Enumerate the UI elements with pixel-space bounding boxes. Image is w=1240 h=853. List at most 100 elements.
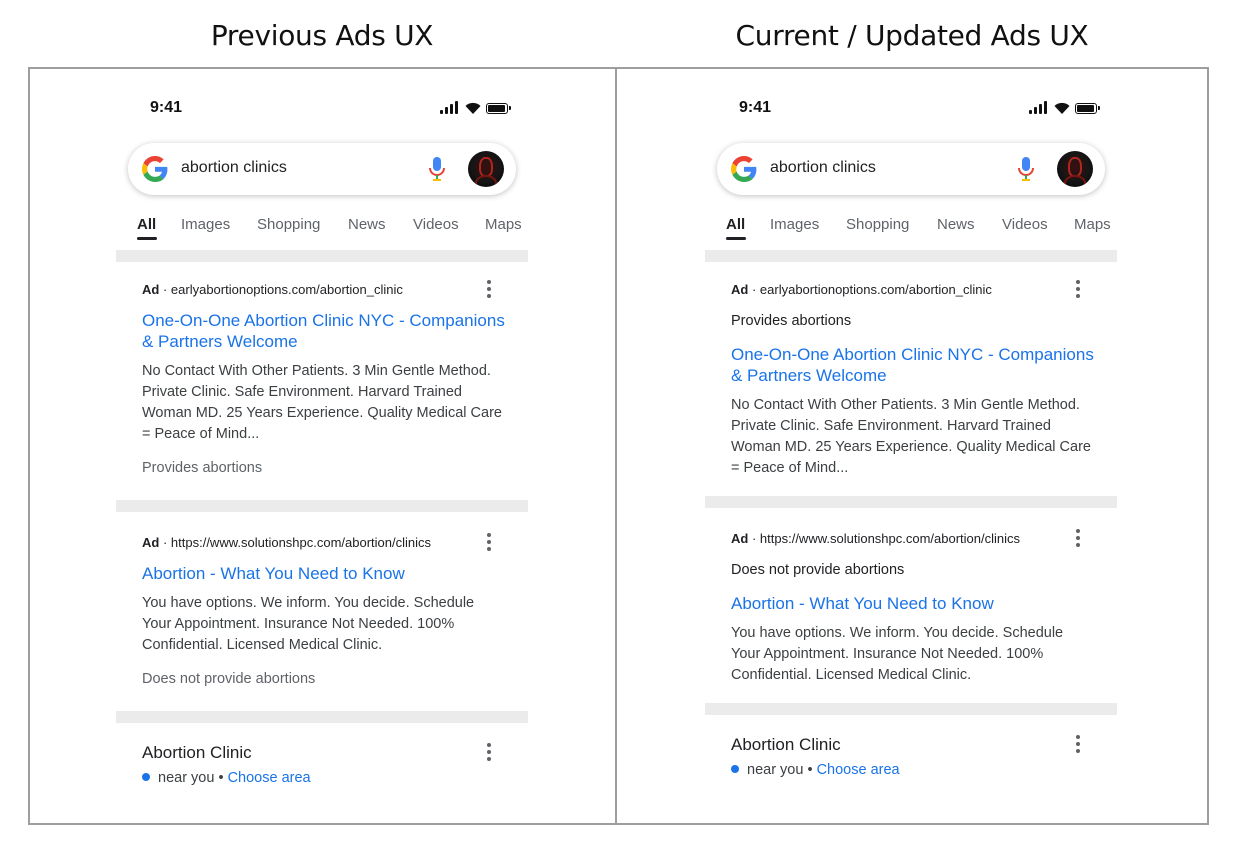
ad-disclosure: Provides abortions	[142, 460, 263, 476]
ad-description: You have options. We inform. You decide.…	[142, 593, 517, 656]
active-tab-indicator	[726, 237, 746, 240]
tab-news[interactable]: News	[937, 216, 975, 233]
google-g-icon	[731, 156, 757, 182]
ad-label: Ad	[142, 535, 160, 550]
battery-icon	[1075, 103, 1100, 114]
local-location-line: near you • Choose area	[142, 770, 311, 786]
signal-icon	[440, 101, 462, 115]
status-time: 9:41	[150, 99, 183, 116]
tab-images[interactable]: Images	[770, 216, 819, 233]
ad-desc-line: = Peace of Mind...	[142, 426, 260, 442]
ad-desc-line: Confidential. Licensed Medical Clinic.	[731, 667, 972, 683]
ad-desc-line: Your Appointment. Insurance Not Needed. …	[731, 646, 1044, 662]
status-icons	[440, 101, 516, 115]
result-separator	[116, 500, 528, 512]
location-dot-icon	[731, 765, 739, 773]
ad-description: You have options. We inform. You decide.…	[731, 623, 1106, 686]
avatar[interactable]	[468, 151, 504, 187]
google-g-icon	[142, 156, 168, 182]
tab-shopping[interactable]: Shopping	[846, 216, 909, 233]
ad-title-line: Abortion - What You Need to Know	[731, 594, 994, 613]
ad-description: No Contact With Other Patients. 3 Min Ge…	[142, 361, 517, 445]
signal-icon	[1029, 101, 1051, 115]
wifi-icon	[1054, 102, 1070, 114]
tab-videos[interactable]: Videos	[1002, 216, 1048, 233]
ad-desc-line: Confidential. Licensed Medical Clinic.	[142, 637, 383, 653]
more-options-icon[interactable]	[1075, 280, 1081, 300]
mic-icon[interactable]	[428, 156, 446, 182]
ad-title-link[interactable]: One-On-One Abortion Clinic NYC - Compani…	[731, 344, 1101, 386]
more-options-icon[interactable]	[486, 533, 492, 553]
result-separator	[705, 703, 1117, 715]
status-icons	[1029, 101, 1105, 115]
ad-title-link[interactable]: Abortion - What You Need to Know	[731, 593, 1101, 614]
ad-title-line: & Partners Welcome	[142, 332, 298, 351]
tab-news[interactable]: News	[348, 216, 386, 233]
updated-ads-ux-title: Current / Updated Ads UX	[735, 19, 1089, 52]
ad-description: No Contact With Other Patients. 3 Min Ge…	[731, 395, 1106, 479]
more-options-icon[interactable]	[1075, 529, 1081, 549]
wifi-icon	[465, 102, 481, 114]
ad-label: Ad	[142, 282, 160, 297]
ad-title-line: One-On-One Abortion Clinic NYC - Compani…	[731, 345, 1094, 364]
search-tabs: All Images Shopping News Videos Maps	[137, 214, 537, 244]
tab-videos[interactable]: Videos	[413, 216, 459, 233]
ad-desc-line: Private Clinic. Safe Environment. Harvar…	[142, 384, 462, 400]
ad-title-line: One-On-One Abortion Clinic NYC - Compani…	[142, 311, 505, 330]
ad-desc-line: Your Appointment. Insurance Not Needed. …	[142, 616, 455, 632]
ad-url[interactable]: earlyabortionoptions.com/abortion_clinic	[760, 282, 992, 297]
ad-url[interactable]: https://www.solutionshpc.com/abortion/cl…	[171, 535, 431, 550]
tab-maps[interactable]: Maps	[1074, 216, 1111, 233]
more-options-icon[interactable]	[486, 743, 492, 763]
search-bar[interactable]: abortion clinics	[128, 143, 516, 195]
result-separator	[116, 711, 528, 723]
tab-all[interactable]: All	[726, 216, 745, 233]
local-location-line: near you • Choose area	[731, 762, 900, 778]
avatar[interactable]	[1057, 151, 1093, 187]
choose-area-link[interactable]: Choose area	[817, 762, 900, 778]
ad-desc-line: Private Clinic. Safe Environment. Harvar…	[731, 418, 1051, 434]
ad-desc-line: You have options. We inform. You decide.…	[142, 595, 475, 611]
ad-desc-line: Woman MD. 25 Years Experience. Quality M…	[142, 405, 502, 421]
bullet-separator: •	[218, 770, 224, 786]
ad-disclosure: Does not provide abortions	[142, 671, 316, 687]
mic-icon[interactable]	[1017, 156, 1035, 182]
local-result-title[interactable]: Abortion Clinic	[731, 735, 841, 755]
ad-url-line: Ad · earlyabortionoptions.com/abortion_c…	[142, 282, 403, 297]
near-you-text: near you	[747, 762, 804, 778]
more-options-icon[interactable]	[486, 280, 492, 300]
ad-title-link[interactable]: Abortion - What You Need to Know	[142, 563, 512, 584]
ad-title-link[interactable]: One-On-One Abortion Clinic NYC - Compani…	[142, 310, 512, 352]
result-separator	[116, 250, 528, 262]
choose-area-link[interactable]: Choose area	[228, 770, 311, 786]
ad-url-line: Ad · earlyabortionoptions.com/abortion_c…	[731, 282, 992, 297]
search-bar[interactable]: abortion clinics	[717, 143, 1105, 195]
local-result-title[interactable]: Abortion Clinic	[142, 743, 252, 763]
bullet-separator: •	[807, 762, 813, 778]
battery-icon	[486, 103, 511, 114]
ad-url[interactable]: https://www.solutionshpc.com/abortion/cl…	[760, 531, 1020, 546]
search-input[interactable]: abortion clinics	[181, 159, 287, 177]
ad-desc-line: Woman MD. 25 Years Experience. Quality M…	[731, 439, 1091, 455]
ad-url[interactable]: earlyabortionoptions.com/abortion_clinic	[171, 282, 403, 297]
more-options-icon[interactable]	[1075, 735, 1081, 755]
battery-level	[1077, 105, 1094, 112]
search-input[interactable]: abortion clinics	[770, 159, 876, 177]
location-dot-icon	[142, 773, 150, 781]
ad-disclosure: Does not provide abortions	[731, 562, 905, 578]
ad-disclosure: Provides abortions	[731, 313, 852, 329]
ad-label: Ad	[731, 282, 749, 297]
ad-title-line: Abortion - What You Need to Know	[142, 564, 405, 583]
tab-shopping[interactable]: Shopping	[257, 216, 320, 233]
tab-all[interactable]: All	[137, 216, 156, 233]
phone-updated: 9:41 abortion clinics All Images Shoppin…	[619, 69, 1205, 823]
battery-level	[488, 105, 505, 112]
ad-desc-line: = Peace of Mind...	[731, 460, 849, 476]
tab-maps[interactable]: Maps	[485, 216, 522, 233]
result-separator	[705, 496, 1117, 508]
ad-label: Ad	[731, 531, 749, 546]
search-tabs: All Images Shopping News Videos Maps	[726, 214, 1126, 244]
ad-url-line: Ad · https://www.solutionshpc.com/aborti…	[142, 535, 432, 550]
ad-desc-line: No Contact With Other Patients. 3 Min Ge…	[731, 397, 1080, 413]
tab-images[interactable]: Images	[181, 216, 230, 233]
